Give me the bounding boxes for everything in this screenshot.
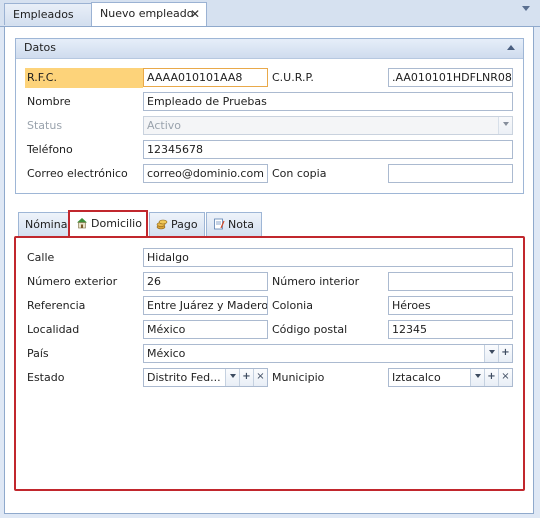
municipio-select[interactable]: Iztacalco + ×	[388, 368, 513, 387]
chevron-down-icon	[474, 374, 481, 378]
municipio-dropdown-button[interactable]	[470, 369, 484, 386]
nombre-input[interactable]: Empleado de Pruebas	[143, 92, 513, 111]
close-icon[interactable]: ✕	[190, 3, 200, 25]
numero-interior-label: Número interior	[272, 275, 360, 288]
chevron-down-icon	[229, 374, 236, 378]
correo-label: Correo electrónico	[27, 167, 128, 180]
tab-nuevo-empleado[interactable]: Nuevo empleado ✕	[91, 2, 207, 26]
numero-exterior-input[interactable]: 26	[143, 272, 268, 291]
codigo-postal-input[interactable]: 12345	[388, 320, 513, 339]
chevron-down-icon	[488, 350, 495, 354]
status-dropdown-button	[498, 117, 512, 134]
tab-nomina[interactable]: Nómina	[18, 212, 69, 236]
estado-value: Distrito Fed...	[147, 371, 221, 384]
rfc-label: R.F.C.	[27, 71, 57, 84]
codigo-postal-label: Código postal	[272, 323, 348, 336]
status-value: Activo	[147, 119, 181, 132]
pais-select[interactable]: México +	[143, 344, 513, 363]
chevron-up-icon[interactable]	[507, 45, 515, 50]
clear-icon: ×	[501, 371, 510, 382]
estado-add-button[interactable]: +	[239, 369, 253, 386]
localidad-label: Localidad	[27, 323, 80, 336]
tab-nuevo-empleado-label: Nuevo empleado	[100, 7, 194, 20]
estado-select[interactable]: Distrito Fed... + ×	[143, 368, 268, 387]
estado-clear-button[interactable]: ×	[253, 369, 267, 386]
tab-domicilio-label: Domicilio	[91, 217, 142, 230]
numero-exterior-label: Número exterior	[27, 275, 118, 288]
referencia-label: Referencia	[27, 299, 86, 312]
group-title: Datos	[24, 41, 56, 54]
pais-add-button[interactable]: +	[498, 345, 512, 362]
tab-empleados-label: Empleados	[13, 8, 74, 21]
rfc-input[interactable]: AAAA010101AA8	[143, 68, 268, 87]
tab-nota[interactable]: Nota	[206, 212, 262, 236]
tab-nota-label: Nota	[228, 218, 255, 231]
document-tabstrip: Empleados Nuevo empleado ✕	[0, 0, 540, 27]
curp-input[interactable]: .AA010101HDFLNR08	[388, 68, 513, 87]
colonia-input[interactable]: Héroes	[388, 296, 513, 315]
plus-icon: +	[242, 371, 251, 382]
datos-group-header[interactable]: Datos	[16, 39, 523, 59]
municipio-clear-button[interactable]: ×	[498, 369, 512, 386]
tab-nomina-label: Nómina	[25, 218, 68, 231]
municipio-label: Municipio	[272, 371, 325, 384]
plus-icon: +	[487, 371, 496, 382]
tab-pago-label: Pago	[171, 218, 198, 231]
calle-input[interactable]: Hidalgo	[143, 248, 513, 267]
colonia-label: Colonia	[272, 299, 313, 312]
estado-dropdown-button[interactable]	[225, 369, 239, 386]
calle-label: Calle	[27, 251, 55, 264]
con-copia-input[interactable]	[388, 164, 513, 183]
telefono-input[interactable]: 12345678	[143, 140, 513, 159]
clear-icon: ×	[256, 371, 265, 382]
con-copia-label: Con copia	[272, 167, 327, 180]
status-select: Activo	[143, 116, 513, 135]
tab-empleados[interactable]: Empleados	[4, 3, 92, 25]
house-icon	[77, 218, 87, 229]
tab-domicilio[interactable]: Domicilio	[68, 210, 148, 237]
numero-interior-input[interactable]	[388, 272, 513, 291]
localidad-input[interactable]: México	[143, 320, 268, 339]
chevron-down-icon[interactable]	[522, 6, 530, 11]
pais-value: México	[147, 347, 186, 360]
estado-label: Estado	[27, 371, 65, 384]
telefono-label: Teléfono	[27, 143, 73, 156]
municipio-add-button[interactable]: +	[484, 369, 498, 386]
chevron-down-icon	[502, 122, 509, 126]
tab-pago[interactable]: Pago	[149, 212, 205, 236]
pais-label: País	[27, 347, 49, 360]
plus-icon: +	[501, 347, 510, 358]
note-icon	[214, 218, 225, 230]
pais-dropdown-button[interactable]	[484, 345, 498, 362]
municipio-value: Iztacalco	[392, 371, 441, 384]
status-label: Status	[27, 119, 63, 132]
nombre-label: Nombre	[27, 95, 71, 108]
correo-input[interactable]: correo@dominio.com	[143, 164, 268, 183]
referencia-input[interactable]: Entre Juárez y Madero	[143, 296, 268, 315]
coins-icon	[156, 219, 168, 230]
curp-label: C.U.R.P.	[272, 71, 314, 84]
